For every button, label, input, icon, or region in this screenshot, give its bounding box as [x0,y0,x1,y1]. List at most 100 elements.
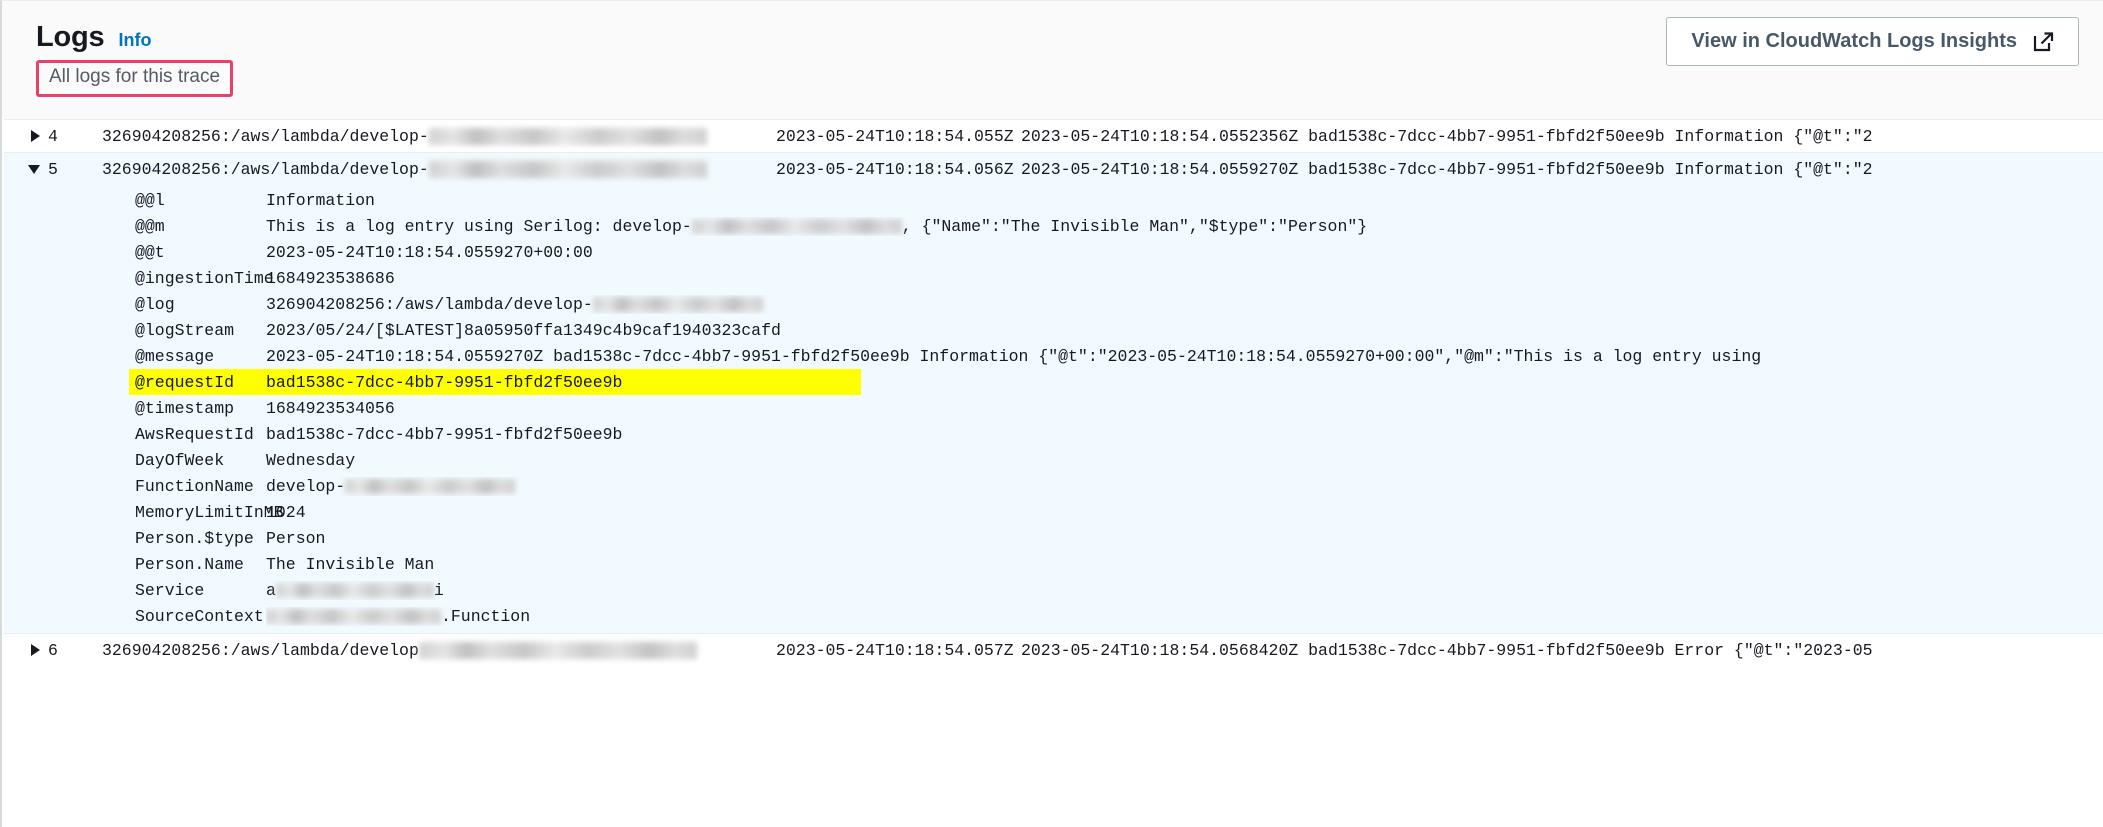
detail-value: 1024 [266,502,306,522]
message-cell: 2023-05-24T10:18:54.0552356Z bad1538c-7d… [1021,126,1873,146]
message-cell: 2023-05-24T10:18:54.0568420Z bad1538c-7d… [1021,640,1873,660]
detail-value: 2023-05-24T10:18:54.0559270Z bad1538c-7d… [266,346,1762,366]
timestamp-cell: 2023-05-24T10:18:54.057Z [776,640,1014,660]
detail-value: Information [266,190,375,210]
detail-value: Person [266,528,326,548]
detail-value-prefix: develop- [266,476,346,496]
redacted-value [275,582,434,598]
detail-value-prefix: This is a log entry using Serilog: devel… [266,216,692,236]
detail-value: The Invisible Man [266,554,435,574]
timestamp-cell: 2023-05-24T10:18:54.055Z [776,126,1014,146]
detail-value: 1684923538686 [266,268,395,288]
redacted-value [592,296,763,312]
detail-value: ai [266,581,2103,600]
subtitle-highlight-box: All logs for this trace [36,60,234,97]
row-expander-cell[interactable]: 6 [4,641,66,660]
row-expander-cell[interactable]: 4 [4,127,66,146]
detail-row: @timestamp 1684923534056 [4,395,2103,421]
redacted-value [345,478,516,494]
detail-key: SourceContext [135,606,264,626]
panel-subtitle: All logs for this trace [49,66,221,87]
row-number: 4 [48,126,58,146]
detail-row: @message 2023-05-24T10:18:54.0559270Z ba… [4,343,2103,369]
detail-value-prefix: 326904208256:/aws/lambda/develop- [266,294,593,314]
detail-value: Wednesday [266,450,356,470]
log-group-text: 326904208256:/aws/lambda/develop- [102,126,429,146]
chevron-right-icon[interactable] [31,644,40,656]
logs-panel: Logs Info All logs for this trace View i… [0,0,2103,827]
detail-key: @@l [135,190,165,210]
table-row[interactable]: 4 326904208256:/aws/lambda/develop- 2023… [4,119,2103,152]
chevron-down-icon[interactable] [28,164,40,174]
redacted-log-group [418,641,697,659]
detail-row: Person.Name The Invisible Man [4,551,2103,577]
detail-value-prefix: a [266,580,276,600]
row-detail-panel: @@l Information @@m This is a log entry … [4,185,2103,633]
detail-row: @@m This is a log entry using Serilog: d… [4,213,2103,239]
row-expander-cell[interactable]: 5 [4,160,66,179]
log-group-text: 326904208256:/aws/lambda/develop- [102,159,429,179]
external-link-icon [2033,31,2054,52]
view-in-cloudwatch-logs-insights-button[interactable]: View in CloudWatch Logs Insights [1666,17,2079,66]
redacted-value [266,608,441,624]
detail-value-suffix: , {"Name":"The Invisible Man","$type":"P… [901,216,1368,236]
detail-value: bad1538c-7dcc-4bb7-9951-fbfd2f50ee9b [266,372,623,392]
detail-row-highlighted: @requestId bad1538c-7dcc-4bb7-9951-fbfd2… [4,369,2103,395]
detail-key: MemoryLimitInMB [135,502,284,522]
detail-key: @@t [135,242,165,262]
log-group-cell: 326904208256:/aws/lambda/develop- [66,160,776,179]
insights-button-label: View in CloudWatch Logs Insights [1691,30,2017,52]
detail-key: @timestamp [135,398,235,418]
detail-row: @ingestionTime 1684923538686 [4,265,2103,291]
detail-key: Person.$type [135,528,254,548]
detail-value-suffix: .Function [441,606,531,626]
detail-value: This is a log entry using Serilog: devel… [266,217,2103,236]
detail-key: @log [135,294,175,314]
detail-key: AwsRequestId [135,424,254,444]
table-row[interactable]: 5 326904208256:/aws/lambda/develop- 2023… [4,152,2103,185]
detail-value: 326904208256:/aws/lambda/develop- [266,295,2103,314]
detail-value: develop- [266,477,2103,496]
detail-key: FunctionName [135,476,254,496]
detail-key: @requestId [135,372,235,392]
detail-key: Person.Name [135,554,244,574]
detail-row: AwsRequestId bad1538c-7dcc-4bb7-9951-fbf… [4,421,2103,447]
detail-row: @logStream 2023/05/24/[$LATEST]8a05950ff… [4,317,2103,343]
detail-key: @logStream [135,320,235,340]
subtitle-wrapper: All logs for this trace [36,60,234,97]
page-title: Logs [36,21,105,53]
detail-value: bad1538c-7dcc-4bb7-9951-fbfd2f50ee9b [266,424,623,444]
redacted-log-group [428,160,707,178]
detail-row: Service ai [4,577,2103,603]
detail-value-suffix: i [433,580,444,600]
detail-value: 1684923534056 [266,398,395,418]
detail-key: Service [135,580,205,600]
detail-key: @@m [135,216,165,236]
detail-value: 2023-05-24T10:18:54.0559270+00:00 [266,242,593,262]
redacted-value [691,218,902,234]
detail-key: @message [135,346,215,366]
redacted-log-group [428,127,707,145]
detail-row: @@t 2023-05-24T10:18:54.0559270+00:00 [4,239,2103,265]
detail-row: MemoryLimitInMB 1024 [4,499,2103,525]
log-group-cell: 326904208256:/aws/lambda/develop- [66,127,776,146]
logs-table[interactable]: 4 326904208256:/aws/lambda/develop- 2023… [4,119,2103,827]
detail-value: .Function [266,607,2103,626]
detail-row: Person.$type Person [4,525,2103,551]
timestamp-cell: 2023-05-24T10:18:54.056Z [776,159,1014,179]
detail-row: @@l Information [4,187,2103,213]
log-group-text: 326904208256:/aws/lambda/develop [102,640,419,660]
detail-row: @log 326904208256:/aws/lambda/develop- [4,291,2103,317]
panel-header: Logs Info All logs for this trace View i… [2,1,2103,119]
detail-row: SourceContext .Function [4,603,2103,629]
detail-key: DayOfWeek [135,450,225,470]
message-cell: 2023-05-24T10:18:54.0559270Z bad1538c-7d… [1021,159,1873,179]
detail-key: @ingestionTime [135,268,274,288]
row-number: 6 [48,640,58,660]
info-link[interactable]: Info [118,30,151,51]
table-row[interactable]: 6 326904208256:/aws/lambda/develop 2023-… [4,633,2103,666]
detail-row: DayOfWeek Wednesday [4,447,2103,473]
row-number: 5 [48,159,58,179]
chevron-right-icon[interactable] [31,130,40,142]
detail-row: FunctionName develop- [4,473,2103,499]
